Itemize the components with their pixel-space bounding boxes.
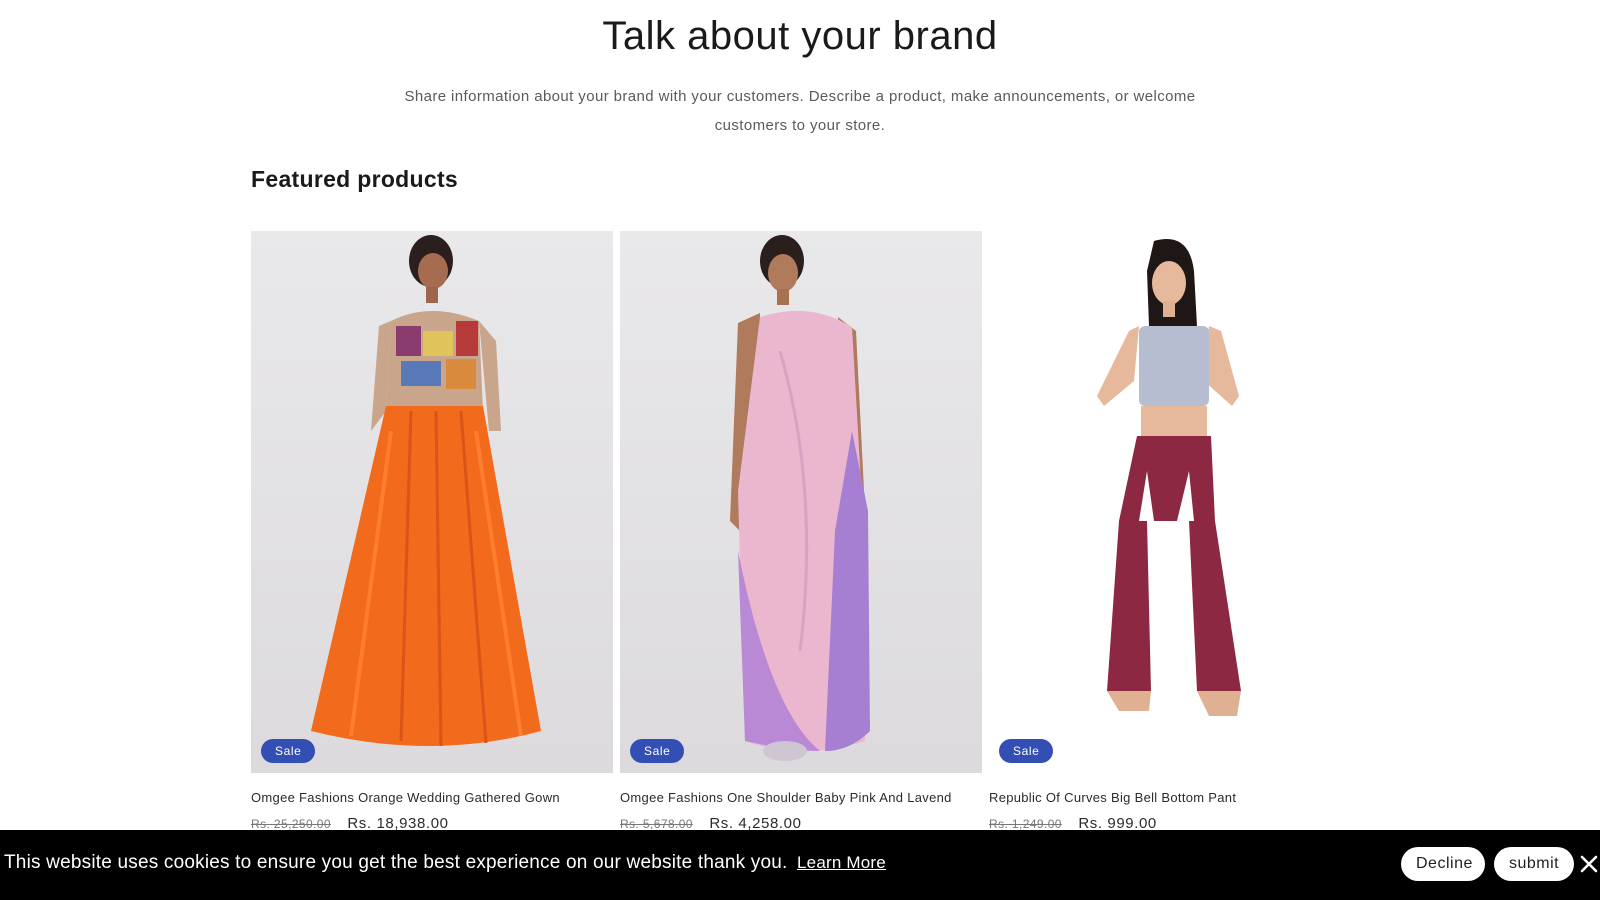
close-icon[interactable] — [1580, 855, 1598, 873]
cookie-banner: This website uses cookies to ensure you … — [0, 830, 1600, 900]
regular-price: Rs. 5,678.00 — [620, 817, 693, 831]
product-image[interactable]: Sale — [620, 231, 982, 773]
sale-badge: Sale — [999, 739, 1054, 763]
learn-more-link[interactable]: Learn More — [797, 853, 886, 872]
brand-title: Talk about your brand — [602, 14, 998, 58]
product-title[interactable]: Omgee Fashions One Shoulder Baby Pink An… — [620, 790, 982, 805]
cookie-message: This website uses cookies to ensure you … — [4, 852, 788, 873]
bell-bottom-pants-image — [1097, 239, 1241, 716]
regular-price: Rs. 25,250.00 — [251, 817, 331, 831]
product-grid: Sale Omgee Fashions Orange Wedding Gathe… — [251, 231, 1351, 833]
featured-products-heading: Featured products — [251, 166, 459, 192]
product-card[interactable]: Sale Republic Of Curves Big Bell Bottom … — [989, 231, 1351, 833]
cookie-text-block: This website uses cookies to ensure you … — [4, 852, 886, 874]
regular-price: Rs. 1,249.00 — [989, 817, 1062, 831]
product-card[interactable]: Sale Omgee Fashions One Shoulder Baby Pi… — [620, 231, 982, 833]
brand-text: Share information about your brand with … — [404, 88, 1196, 134]
submit-button[interactable]: submit — [1494, 847, 1574, 881]
decline-button[interactable]: Decline — [1401, 847, 1485, 881]
orange-gown-image — [311, 235, 541, 747]
product-title[interactable]: Omgee Fashions Orange Wedding Gathered G… — [251, 790, 613, 805]
pink-drape-dress-image — [730, 235, 870, 761]
product-card[interactable]: Sale Omgee Fashions Orange Wedding Gathe… — [251, 231, 613, 833]
product-image[interactable]: Sale — [251, 231, 613, 773]
product-title[interactable]: Republic Of Curves Big Bell Bottom Pant — [989, 790, 1351, 805]
sale-badge: Sale — [261, 739, 316, 763]
product-image[interactable]: Sale — [989, 231, 1351, 773]
sale-badge: Sale — [630, 739, 685, 763]
